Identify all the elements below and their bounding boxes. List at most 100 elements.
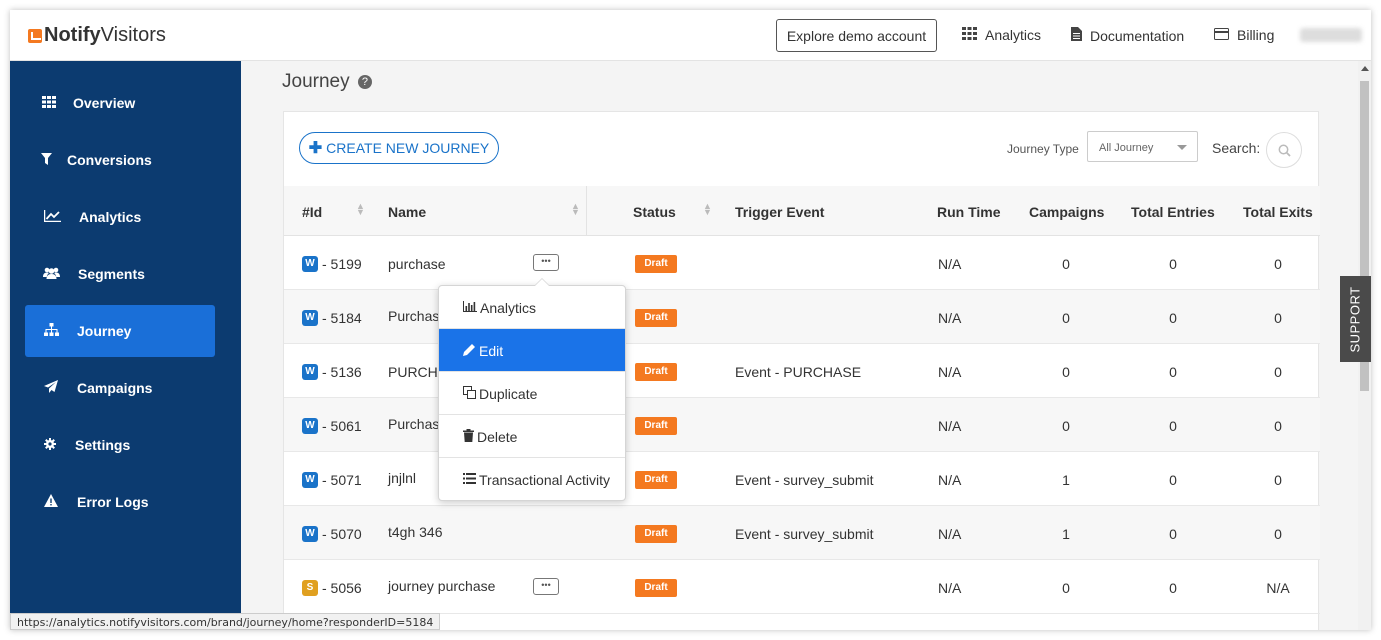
row-id-text: - 5056 xyxy=(322,580,362,596)
sidebar-item-label: Overview xyxy=(73,95,136,111)
status-badge: Draft xyxy=(635,309,677,327)
row-name: jnjlnl xyxy=(388,470,417,486)
main-content: Journey ? ✚ CREATE NEW JOURNEY Journey Ty… xyxy=(241,61,1358,630)
sidebar-item-label: Campaigns xyxy=(77,380,153,396)
menu-item-duplicate[interactable]: Duplicate xyxy=(439,372,625,415)
row-campaigns: 0 xyxy=(1062,364,1070,380)
col-header-name[interactable]: Name xyxy=(388,204,426,220)
filter-icon xyxy=(25,152,67,168)
row-exits: 0 xyxy=(1274,472,1282,488)
menu-item-analytics[interactable]: Analytics xyxy=(439,286,625,329)
sort-icon[interactable]: ▲ ▼ xyxy=(703,202,712,217)
sidebar-item-analytics[interactable]: Analytics xyxy=(25,191,215,243)
line-chart-icon xyxy=(25,209,79,225)
top-link-billing[interactable]: Billing xyxy=(1214,27,1274,43)
search-button[interactable] xyxy=(1266,132,1302,168)
status-badge: Draft xyxy=(635,363,677,381)
status-badge: Draft xyxy=(635,471,677,489)
support-label: SUPPORT xyxy=(1348,285,1364,353)
sidebar-item-campaigns[interactable]: Campaigns xyxy=(25,362,215,414)
users-icon xyxy=(25,267,78,282)
row-name: t4gh 346 xyxy=(388,524,443,540)
menu-item-transactional-activity[interactable]: Transactional Activity xyxy=(439,458,625,501)
row-exits: 0 xyxy=(1274,526,1282,542)
row-exits: 0 xyxy=(1274,418,1282,434)
row-id: W- 5199 xyxy=(302,256,362,272)
col-header-total-entries: Total Entries xyxy=(1131,204,1215,220)
table-row[interactable]: S- 5056 journey purchase ••• Draft N/A 0… xyxy=(284,560,1320,614)
col-header-status[interactable]: Status xyxy=(633,204,676,220)
row-entries: 0 xyxy=(1169,364,1177,380)
credit-card-icon xyxy=(1214,27,1229,43)
table-row[interactable]: W- 5199 purchase ••• Draft N/A 0 0 0 xyxy=(284,236,1320,290)
support-tab[interactable]: SUPPORT xyxy=(1340,276,1371,362)
menu-item-label: Edit xyxy=(479,343,504,359)
top-bar: Notify Visitors Explore demo account Anal… xyxy=(10,10,1371,61)
status-badge: Draft xyxy=(635,255,677,273)
row-trigger: Event - survey_submit xyxy=(735,526,874,542)
menu-item-delete[interactable]: Delete xyxy=(439,415,625,458)
row-campaigns: 0 xyxy=(1062,418,1070,434)
menu-item-label: Delete xyxy=(477,429,518,445)
search-icon xyxy=(1278,144,1291,157)
trash-icon xyxy=(463,429,474,445)
journey-type-label: Journey Type xyxy=(1007,142,1079,156)
create-new-journey-button[interactable]: ✚ CREATE NEW JOURNEY xyxy=(299,132,499,164)
row-actions-button[interactable]: ••• xyxy=(533,578,559,595)
row-exits: 0 xyxy=(1274,310,1282,326)
sort-icon[interactable]: ▲ ▼ xyxy=(356,202,365,217)
list-icon xyxy=(463,472,476,487)
row-exits: 0 xyxy=(1274,256,1282,272)
row-campaigns: 0 xyxy=(1062,580,1070,596)
web-badge-icon: W xyxy=(302,526,318,542)
sidebar-item-conversions[interactable]: Conversions xyxy=(25,134,215,186)
top-link-analytics[interactable]: Analytics xyxy=(962,27,1041,43)
help-icon[interactable]: ? xyxy=(357,74,372,89)
row-actions-button[interactable]: ••• xyxy=(533,254,559,271)
row-name: journey purchase xyxy=(388,578,496,594)
row-id-text: - 5184 xyxy=(322,310,362,326)
sidebar-item-settings[interactable]: Settings xyxy=(25,419,215,471)
logo-text-part2: Visitors xyxy=(100,24,166,46)
logo[interactable]: Notify Visitors xyxy=(28,24,166,47)
status-badge: Draft xyxy=(635,525,677,543)
row-campaigns: 1 xyxy=(1062,526,1070,542)
scroll-up-icon[interactable] xyxy=(1361,66,1369,71)
row-trigger: Event - survey_submit xyxy=(735,472,874,488)
gear-icon xyxy=(25,437,75,453)
menu-item-label: Duplicate xyxy=(479,386,538,402)
row-trigger: Event - PURCHASE xyxy=(735,364,862,380)
row-entries: 0 xyxy=(1169,256,1177,272)
row-id: W- 5061 xyxy=(302,418,362,434)
chevron-down-icon xyxy=(1177,145,1187,150)
top-link-documentation[interactable]: Documentation xyxy=(1071,27,1184,44)
sidebar-item-label: Segments xyxy=(78,266,145,282)
grid-icon xyxy=(962,27,977,43)
row-campaigns: 0 xyxy=(1062,310,1070,326)
create-button-label: CREATE NEW JOURNEY xyxy=(326,140,490,156)
row-exits: N/A xyxy=(1266,580,1290,596)
explore-demo-button[interactable]: Explore demo account xyxy=(776,19,937,52)
web-badge-icon: W xyxy=(302,310,318,326)
sidebar-item-label: Analytics xyxy=(79,209,142,225)
sms-badge-icon: S xyxy=(302,580,318,596)
table-row[interactable]: W- 5070 t4gh 346 Draft Event - survey_su… xyxy=(284,506,1320,560)
web-badge-icon: W xyxy=(302,472,318,488)
sidebar-item-error-logs[interactable]: Error Logs xyxy=(25,476,215,528)
sidebar-item-label: Error Logs xyxy=(77,494,149,510)
page-title: Journey ? xyxy=(282,71,372,93)
document-icon xyxy=(1071,27,1082,44)
user-menu[interactable] xyxy=(1300,28,1362,42)
col-header-id[interactable]: #Id xyxy=(302,204,322,220)
row-entries: 0 xyxy=(1169,526,1177,542)
journey-type-value: All Journey xyxy=(1099,142,1154,154)
sidebar: Overview Conversions Analytics Segments … xyxy=(10,61,241,630)
status-bar-url: https://analytics.notifyvisitors.com/bra… xyxy=(10,613,441,630)
sidebar-item-segments[interactable]: Segments xyxy=(25,248,215,300)
sort-icon[interactable]: ▲ ▼ xyxy=(571,202,580,217)
sidebar-item-overview[interactable]: Overview xyxy=(25,77,215,129)
journey-type-select[interactable]: All Journey xyxy=(1087,131,1198,162)
sidebar-item-journey[interactable]: Journey xyxy=(25,305,215,357)
menu-item-edit[interactable]: Edit xyxy=(439,329,625,372)
row-exits: 0 xyxy=(1274,364,1282,380)
